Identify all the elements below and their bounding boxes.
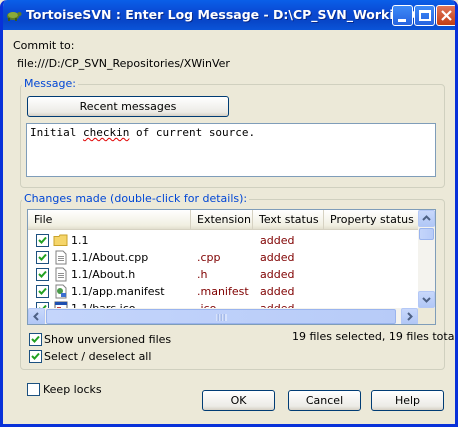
cpp-file-icon: [55, 250, 67, 265]
checkmark-icon: [31, 335, 40, 343]
chevron-down-icon: [422, 297, 431, 303]
text-status: added: [260, 285, 295, 298]
list-header: File Extension Text status Property stat…: [28, 210, 418, 230]
vertical-scroll-thumb[interactable]: [419, 228, 434, 240]
changes-list[interactable]: File Extension Text status Property stat…: [27, 209, 436, 325]
column-header-property-status[interactable]: Property status: [324, 210, 418, 230]
scroll-right-button[interactable]: [401, 308, 418, 324]
log-message-input[interactable]: Initial checkin of current source.: [26, 123, 436, 177]
checkmark-icon: [38, 253, 47, 261]
file-name: 1.1/app.manifest: [71, 285, 165, 298]
file-name: 1.1: [71, 234, 89, 247]
maximize-button[interactable]: [414, 5, 435, 26]
chevron-up-icon: [422, 215, 431, 221]
selection-summary: 19 files selected, 19 files total: [292, 330, 458, 343]
select-all-checkbox[interactable]: [29, 350, 42, 363]
help-button[interactable]: Help: [371, 390, 444, 411]
vertical-scrollbar[interactable]: [418, 210, 435, 308]
show-unversioned-label[interactable]: Show unversioned files: [44, 333, 171, 346]
checkmark-icon: [31, 352, 40, 360]
chevron-right-icon: [407, 312, 413, 321]
header-file-icon: [55, 267, 67, 282]
scroll-up-button[interactable]: [418, 210, 435, 227]
horizontal-scroll-thumb[interactable]: [46, 309, 396, 324]
scroll-down-button[interactable]: [418, 291, 435, 308]
checkmark-icon: [38, 287, 47, 295]
close-button[interactable]: [436, 5, 455, 26]
cancel-button[interactable]: Cancel: [288, 390, 361, 411]
file-extension: .cpp: [197, 251, 221, 264]
checkmark-icon: [38, 236, 47, 244]
changes-group-title: Changes made (double-click for details):: [22, 192, 250, 205]
list-item[interactable]: 1.1/About.cpp .cpp added: [28, 249, 418, 266]
horizontal-scrollbar[interactable]: [28, 308, 418, 324]
text-status: added: [260, 268, 295, 281]
list-item[interactable]: 1.1/About.h .h added: [28, 266, 418, 283]
column-header-extension[interactable]: Extension: [191, 210, 253, 230]
list-item[interactable]: 1.1/app.manifest .manifest added: [28, 283, 418, 300]
manifest-file-icon: [55, 284, 67, 299]
row-checkbox[interactable]: [36, 234, 49, 247]
file-name: 1.1/About.cpp: [71, 251, 149, 264]
grip-icon: [216, 314, 227, 321]
row-checkbox[interactable]: [36, 285, 49, 298]
message-group-title: Message:: [22, 77, 78, 90]
keep-locks-checkbox[interactable]: [27, 383, 40, 396]
misspelled-word: checkin: [82, 126, 130, 139]
message-text-end: of current source.: [129, 126, 256, 139]
file-name: 1.1/About.h: [71, 268, 136, 281]
close-icon: [441, 10, 452, 21]
minimize-icon: [398, 19, 406, 22]
message-text-start: Initial: [30, 126, 83, 139]
column-header-file[interactable]: File: [28, 210, 191, 230]
minimize-button[interactable]: [392, 5, 413, 26]
row-checkbox[interactable]: [36, 251, 49, 264]
repository-url: file:///D:/CP_SVN_Repositories/XWinVer: [17, 57, 230, 70]
scroll-left-button[interactable]: [28, 308, 45, 324]
text-status: added: [260, 251, 295, 264]
keep-locks-label[interactable]: Keep locks: [43, 383, 102, 396]
ok-button[interactable]: OK: [202, 390, 275, 411]
select-all-label[interactable]: Select / deselect all: [44, 350, 151, 363]
show-unversioned-checkbox[interactable]: [29, 333, 42, 346]
row-checkbox[interactable]: [36, 268, 49, 281]
folder-icon: [53, 234, 68, 246]
file-extension: .manifest: [197, 285, 249, 298]
tortoisesvn-icon: [7, 12, 22, 21]
maximize-icon: [419, 10, 431, 21]
chevron-left-icon: [33, 312, 39, 321]
checkmark-icon: [38, 270, 47, 278]
column-header-text-status[interactable]: Text status: [253, 210, 324, 230]
title-bar[interactable]: TortoiseSVN : Enter Log Message - D:\CP_…: [3, 0, 455, 30]
scroll-corner: [418, 308, 435, 324]
file-extension: .h: [197, 268, 208, 281]
list-item[interactable]: 1.1 added: [28, 232, 418, 249]
log-message-dialog: TortoiseSVN : Enter Log Message - D:\CP_…: [0, 0, 458, 427]
recent-messages-button[interactable]: Recent messages: [27, 96, 229, 117]
commit-to-label: Commit to:: [13, 39, 75, 52]
text-status: added: [260, 234, 295, 247]
window-title: TortoiseSVN : Enter Log Message - D:\CP_…: [26, 7, 435, 22]
